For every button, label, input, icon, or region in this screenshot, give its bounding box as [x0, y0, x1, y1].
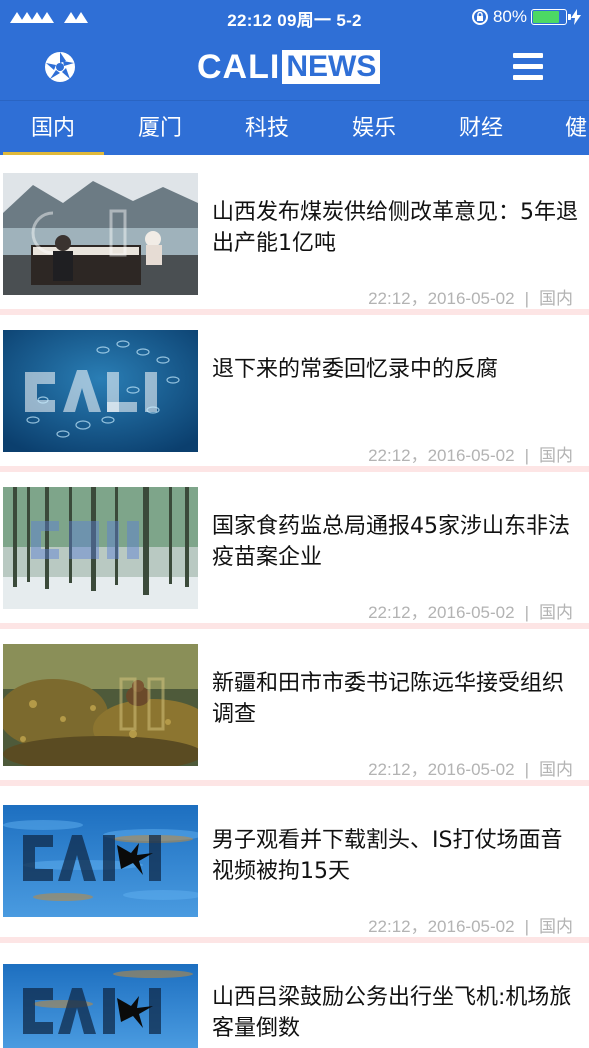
hamburger-menu-icon[interactable] — [513, 53, 543, 81]
news-time: 22:12，2016-05-02 — [368, 446, 515, 465]
swallow-water-thumbnail — [3, 805, 198, 917]
tab-finance[interactable]: 财经 — [431, 101, 531, 155]
snowy-forest-thumbnail — [3, 487, 198, 609]
news-category: 国内 — [539, 603, 573, 622]
shutter-logo-icon[interactable] — [42, 49, 78, 85]
news-title[interactable]: 新疆和田市市委书记陈远华接受组织调查 — [212, 668, 582, 730]
rotation-lock-icon — [471, 9, 488, 25]
news-item[interactable]: 山西发布煤炭供给侧改革意见：5年退出产能1亿吨 22:12，2016-05-02… — [0, 155, 589, 315]
news-time: 22:12，2016-05-02 — [368, 917, 515, 936]
piano-lake-thumbnail — [3, 173, 198, 295]
news-category: 国内 — [539, 760, 573, 779]
news-item[interactable]: 退下来的常委回忆录中的反腐 22:12，2016-05-02 | 国内 — [0, 312, 589, 472]
news-title[interactable]: 男子观看并下载割头、IS打仗场面音视频被拘15天 — [212, 825, 582, 887]
category-tabs: 国内 厦门 科技 娱乐 财经 健 — [0, 100, 589, 155]
news-meta: 22:12，2016-05-02 | 国内 — [368, 603, 573, 622]
battery-percent: 80% — [492, 7, 527, 26]
battery-icon — [531, 9, 571, 25]
news-title[interactable]: 退下来的常委回忆录中的反腐 — [212, 354, 582, 385]
news-category: 国内 — [539, 289, 573, 308]
news-meta: 22:12，2016-05-02 | 国内 — [368, 760, 573, 779]
logo-cali-text: CALI — [197, 47, 281, 86]
underwater-bubbles-thumbnail — [3, 330, 198, 452]
tab-entertainment[interactable]: 娱乐 — [324, 101, 424, 155]
bear-rocks-thumbnail — [3, 644, 198, 766]
news-title[interactable]: 山西发布煤炭供给侧改革意见：5年退出产能1亿吨 — [212, 197, 582, 259]
logo-news-text: NEWS — [282, 50, 381, 84]
news-meta: 22:12，2016-05-02 | 国内 — [368, 446, 573, 465]
news-thumbnail — [3, 644, 198, 766]
tab-domestic[interactable]: 国内 — [3, 101, 103, 155]
news-title[interactable]: 国家食药监总局通报45家涉山东非法疫苗案企业 — [212, 511, 582, 573]
app-logo: CALI NEWS — [197, 47, 381, 86]
tab-tech[interactable]: 科技 — [217, 101, 317, 155]
news-item[interactable]: 男子观看并下载割头、IS打仗场面音视频被拘15天 22:12，2016-05-0… — [0, 783, 589, 943]
news-thumbnail — [3, 487, 198, 609]
news-thumbnail — [3, 964, 198, 1048]
news-thumbnail — [3, 173, 198, 295]
app-header: CALI NEWS — [0, 34, 589, 100]
news-thumbnail — [3, 805, 198, 917]
news-time: 22:12，2016-05-02 — [368, 289, 515, 308]
tab-health[interactable]: 健 — [538, 101, 589, 155]
news-category: 国内 — [539, 917, 573, 936]
tab-xiamen[interactable]: 厦门 — [110, 101, 210, 155]
swallow-water-thumbnail — [3, 964, 198, 1048]
charging-bolt-icon — [571, 9, 581, 25]
news-meta: 22:12，2016-05-02 | 国内 — [368, 289, 573, 308]
news-thumbnail — [3, 330, 198, 452]
news-item[interactable]: 新疆和田市市委书记陈远华接受组织调查 22:12，2016-05-02 | 国内 — [0, 626, 589, 786]
news-meta: 22:12，2016-05-02 | 国内 — [368, 917, 573, 936]
news-time: 22:12，2016-05-02 — [368, 603, 515, 622]
status-bar: 22:12 09周一 5-2 80% — [0, 0, 589, 34]
news-item[interactable]: 山西吕梁鼓励公务出行坐飞机:机场旅客量倒数 — [0, 940, 589, 1048]
news-title[interactable]: 山西吕梁鼓励公务出行坐飞机:机场旅客量倒数 — [212, 982, 582, 1044]
news-category: 国内 — [539, 446, 573, 465]
news-item[interactable]: 国家食药监总局通报45家涉山东非法疫苗案企业 22:12，2016-05-02 |… — [0, 469, 589, 629]
news-time: 22:12，2016-05-02 — [368, 760, 515, 779]
